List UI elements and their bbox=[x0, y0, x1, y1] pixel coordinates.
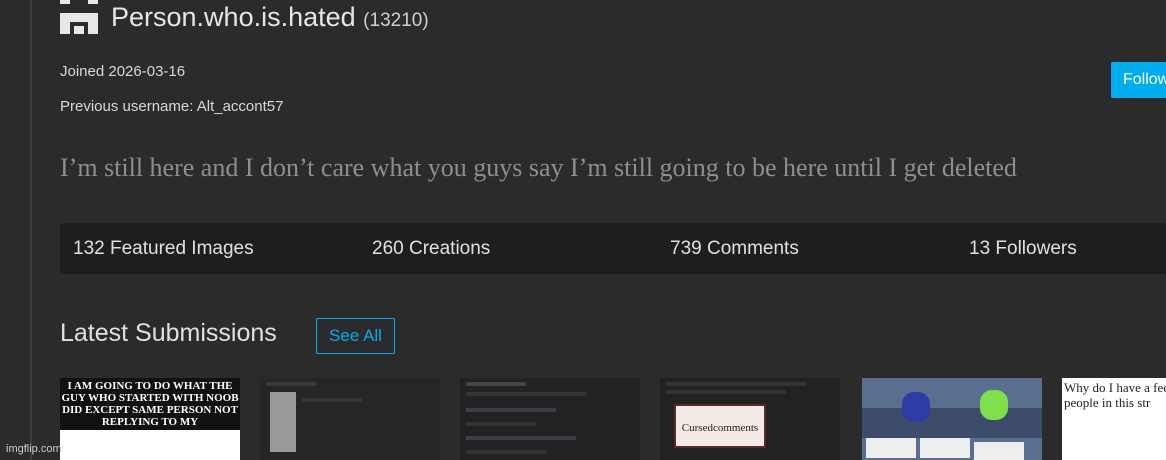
follow-button[interactable]: Follow bbox=[1111, 62, 1166, 98]
stat-followers[interactable]: 13 Followers bbox=[969, 238, 1077, 260]
stats-bar: 132 Featured Images 260 Creations 739 Co… bbox=[60, 223, 1166, 274]
stat-featured-images[interactable]: 132 Featured Images bbox=[73, 238, 254, 260]
username-text: Person.who.is.hated bbox=[111, 2, 356, 32]
joined-date: Joined 2026-03-16 bbox=[60, 63, 186, 80]
stat-comments[interactable]: 739 Comments bbox=[670, 238, 799, 260]
thumbnail-caption: Why do I have a feeling the people in th… bbox=[1064, 380, 1166, 410]
submission-thumbnail[interactable] bbox=[260, 378, 440, 460]
submission-thumbnail[interactable] bbox=[862, 378, 1042, 460]
cat-photo-icon bbox=[270, 392, 296, 452]
user-points: (13210) bbox=[363, 10, 429, 31]
imgflip-watermark: imgflip.com bbox=[6, 443, 62, 455]
submission-thumbnail[interactable] bbox=[460, 378, 640, 460]
stat-creations[interactable]: 260 Creations bbox=[372, 238, 490, 260]
crewmate-icon bbox=[902, 392, 930, 422]
crewmate-icon bbox=[980, 390, 1008, 420]
thumbnail-caption: I AM GOING TO DO WHAT THE GUY WHO STARTE… bbox=[60, 378, 240, 430]
latest-submissions-heading: Latest Submissions bbox=[60, 319, 277, 347]
avatar-icon[interactable] bbox=[60, 0, 98, 34]
submission-thumbnail[interactable]: Why do I have a feeling the people in th… bbox=[1062, 378, 1166, 460]
see-all-button[interactable]: See All bbox=[316, 318, 395, 354]
profile-bio: I’m still here and I don’t care what you… bbox=[60, 153, 1017, 182]
previous-username: Previous username: Alt_accont57 bbox=[60, 98, 284, 115]
profile-username: Person.who.is.hated (13210) bbox=[111, 2, 429, 33]
submission-thumbnail[interactable]: Cursedcomments bbox=[660, 378, 840, 460]
thumbnail-caption: Cursedcomments bbox=[674, 404, 766, 448]
left-divider bbox=[30, 0, 32, 460]
submission-thumbnail[interactable]: I AM GOING TO DO WHAT THE GUY WHO STARTE… bbox=[60, 378, 240, 460]
